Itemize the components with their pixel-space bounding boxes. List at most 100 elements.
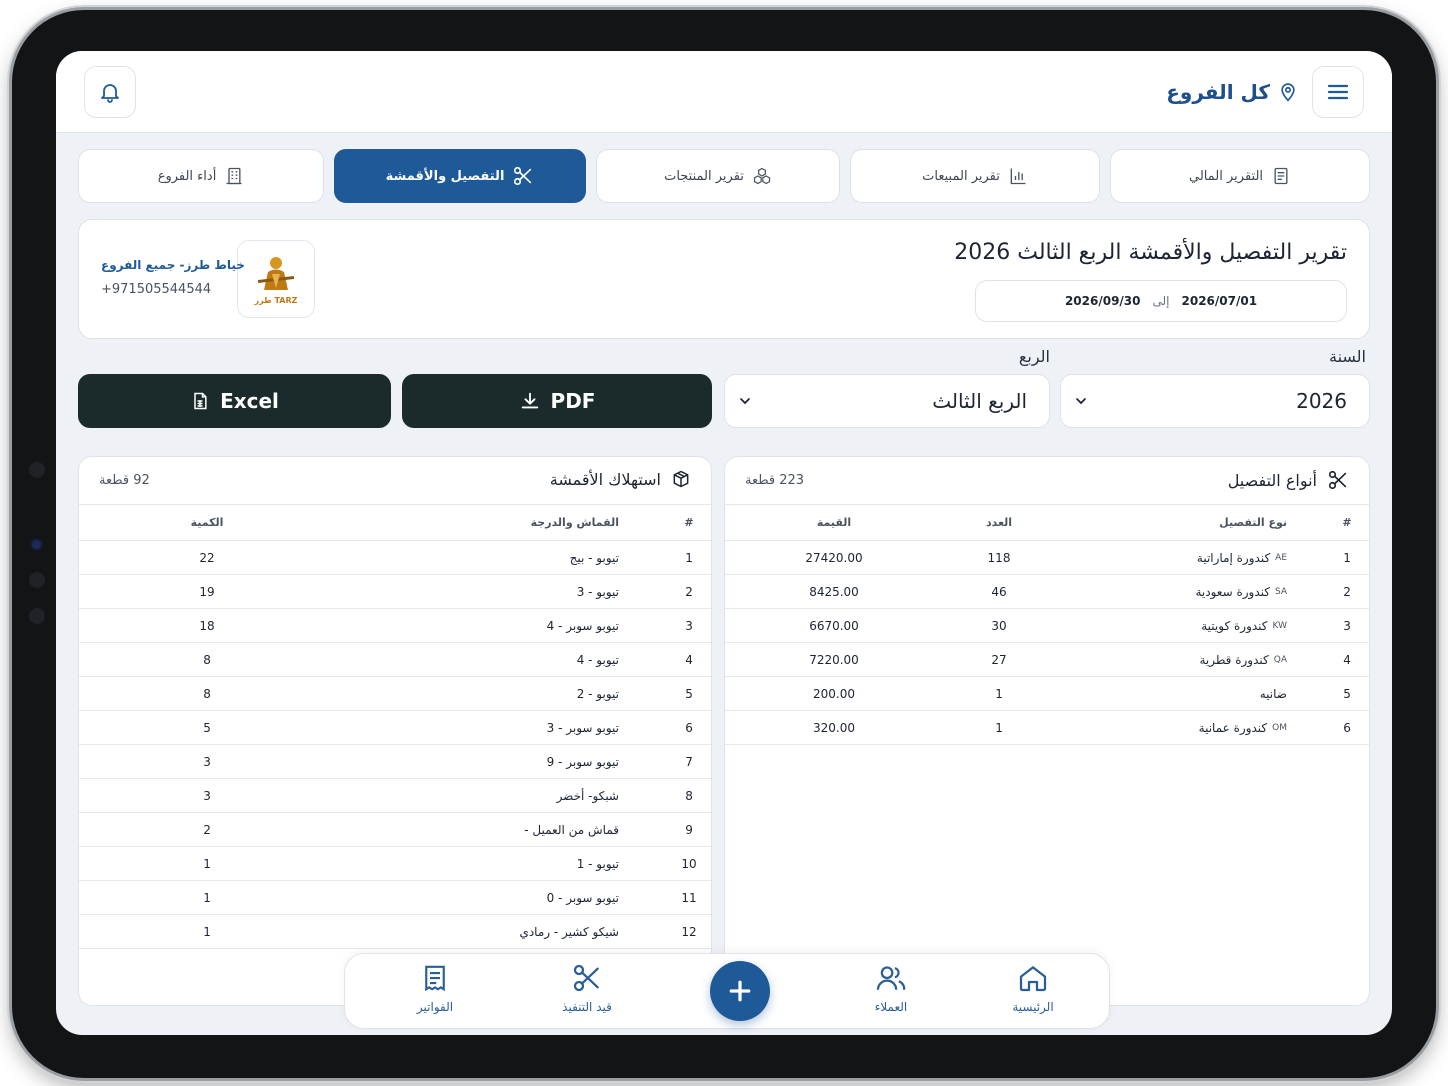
year-select[interactable]: 2026 [1060, 374, 1370, 428]
tab-sales-report[interactable]: تقرير المبيعات [850, 149, 1100, 203]
table-row: 11 تيوبو سوبر - 0 1 [79, 881, 711, 915]
tab-financial-report[interactable]: التقرير المالي [1110, 149, 1370, 203]
bar-chart-icon [1010, 168, 1026, 185]
panel-title: استهلاك الأقمشة [550, 469, 691, 489]
side-sensor [29, 572, 45, 588]
row-index: 2 [1343, 584, 1351, 599]
table-row: 1 AE كندورة إماراتية 118 27420.00 [725, 541, 1369, 575]
invoice-icon [425, 965, 445, 992]
row-index: 11 [681, 890, 697, 905]
add-button[interactable] [710, 961, 770, 1021]
table-row: 7 تيوبو سوبر - 9 3 [79, 745, 711, 779]
fabric-qty: 5 [203, 720, 211, 735]
home-icon [1019, 966, 1047, 992]
quarter-select[interactable]: الربع الثالث [724, 374, 1050, 428]
tailoring-type-name: كندورة عمانية [1198, 720, 1268, 735]
country-code: AE [1275, 552, 1287, 563]
nav-label: العملاء [874, 1000, 908, 1014]
fabric-qty: 1 [203, 924, 211, 939]
fabric-qty: 22 [199, 550, 215, 565]
tailoring-type-name: كندورة إماراتية [1196, 550, 1271, 565]
top-bar: كل الفروع [56, 51, 1392, 133]
fabric-qty: 19 [199, 584, 215, 599]
fabric-qty: 8 [203, 652, 211, 667]
tailoring-type-cell: SA كندورة سعودية [1067, 575, 1287, 608]
branch-title: كل الفروع [1166, 80, 1270, 104]
side-sensor [29, 462, 45, 478]
tab-label: أداء الفروع [157, 168, 217, 184]
tailor-logo-icon [258, 256, 294, 290]
menu-button[interactable] [1312, 66, 1364, 118]
panel-title: أنواع التفصيل [1228, 469, 1349, 491]
fabric-qty: 2 [203, 822, 211, 837]
year-label: السنة [1329, 347, 1366, 366]
fabric-qty: 3 [203, 788, 211, 803]
camera-lens [32, 540, 41, 549]
table-row: 5 تيوبو - 2 8 [79, 677, 711, 711]
box-icon [673, 470, 689, 488]
report-header-card: تقرير التفصيل والأقمشة الربع الثالث 2026… [78, 219, 1370, 339]
table-row: 1 تيوبو - بيج 22 [79, 541, 711, 575]
nav-in-progress[interactable]: قيد التنفيذ [537, 962, 637, 1024]
tailoring-value: 7220.00 [809, 652, 859, 667]
col-index: # [1342, 516, 1352, 529]
scissors-icon [1328, 470, 1347, 490]
nav-customers[interactable]: العملاء [841, 962, 941, 1024]
fabric-name: تيوبو - 1 [576, 856, 619, 871]
tab-tailoring-fabrics[interactable]: التفصيل والأقمشة [334, 149, 586, 203]
tab-label: التقرير المالي [1189, 168, 1264, 184]
notifications-button[interactable] [84, 66, 136, 118]
tab-label: التفصيل والأقمشة [385, 168, 505, 184]
row-index: 1 [685, 550, 693, 565]
export-excel-button[interactable]: Excel [78, 374, 391, 428]
table-row: 2 تيوبو - 3 19 [79, 575, 711, 609]
logo-text: TARZ طرز [254, 295, 298, 305]
chevron-down-icon [740, 398, 750, 405]
fabric-name: تيوبو - 3 [576, 584, 619, 599]
tailoring-qty: 1 [995, 720, 1003, 735]
row-index: 5 [685, 686, 693, 701]
row-index: 6 [1343, 720, 1351, 735]
quarter-label: الربع [1018, 347, 1050, 366]
quarter-value: الربع الثالث [932, 389, 1027, 413]
bell-icon [101, 84, 119, 103]
boxes-icon [753, 167, 771, 185]
table-row: 6 OM كندورة عمانية 1 320.00 [725, 711, 1369, 745]
tailoring-value: 320.00 [813, 720, 855, 735]
table-row: 6 تيوبو سوبر - 3 5 [79, 711, 711, 745]
bottom-navigation: الرئيسية العملاء قيد التنفيذ الفواتير [344, 953, 1110, 1029]
row-index: 2 [685, 584, 693, 599]
tab-products-report[interactable]: تقرير المنتجات [596, 149, 840, 203]
document-icon [1274, 167, 1288, 185]
tailoring-value: 27420.00 [805, 550, 863, 565]
report-title: تقرير التفصيل والأقمشة الربع الثالث 2026 [954, 240, 1347, 265]
building-icon [226, 167, 242, 185]
row-index: 7 [685, 754, 693, 769]
fabric-name: شبكو- أخضر [556, 788, 619, 803]
date-to-label: إلى [1152, 294, 1170, 308]
row-index: 4 [685, 652, 693, 667]
table-row: 3 KW كندورة كويتية 30 6670.00 [725, 609, 1369, 643]
nav-home[interactable]: الرئيسية [983, 962, 1083, 1024]
table-row: 4 QA كندورة قطرية 27 7220.00 [725, 643, 1369, 677]
branch-selector[interactable]: كل الفروع [1166, 75, 1298, 109]
export-pdf-button[interactable]: PDF [402, 374, 712, 428]
tailoring-type-name: كندورة قطرية [1199, 652, 1269, 667]
table-row: 4 تيوبو - 4 8 [79, 643, 711, 677]
year-value: 2026 [1296, 389, 1347, 413]
pieces-count: 92 قطعة [99, 473, 150, 488]
table-row: 9 قماش من العميل - 2 [79, 813, 711, 847]
fabric-qty: 1 [203, 890, 211, 905]
fabric-name: قماش من العميل - [524, 822, 619, 837]
nav-invoices[interactable]: الفواتير [385, 962, 485, 1024]
fabric-name: تيوبو سوبر - 9 [546, 754, 619, 769]
panel-header: أنواع التفصيل 223 قطعة [725, 457, 1369, 505]
col-qty: الكمية [190, 516, 224, 529]
fabric-name: تيوبو - بيج [569, 550, 619, 565]
fabric-qty: 18 [199, 618, 215, 633]
row-index: 3 [685, 618, 693, 633]
users-icon [876, 966, 906, 990]
tab-branch-performance[interactable]: أداء الفروع [78, 149, 324, 203]
fabric-qty: 8 [203, 686, 211, 701]
pdf-label: PDF [550, 389, 596, 413]
